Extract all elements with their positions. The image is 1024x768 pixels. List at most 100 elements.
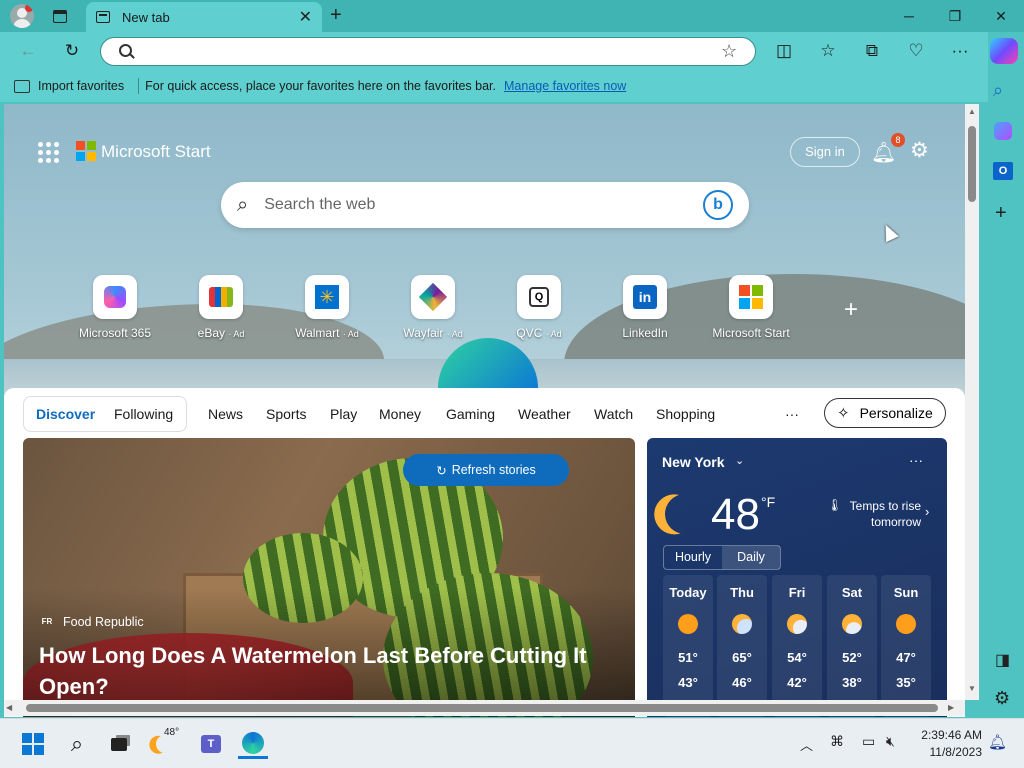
weather-note[interactable]: Temps to rise tomorrow: [839, 498, 921, 530]
tab-following[interactable]: Following: [114, 396, 173, 432]
hero-story-card[interactable]: ↻ Refresh stories FR Food Republic How L…: [23, 438, 635, 717]
story-source[interactable]: Food Republic: [63, 615, 144, 629]
collections-icon[interactable]: ⧉: [858, 37, 886, 65]
outlook-icon[interactable]: O: [993, 162, 1013, 180]
refresh-stories-button[interactable]: ↻ Refresh stories: [403, 454, 569, 486]
rain-cloud-icon: [732, 614, 752, 634]
quick-link-label: Walmart: [295, 326, 340, 340]
back-icon[interactable]: ←: [14, 37, 42, 65]
nav-more-button[interactable]: ···: [785, 396, 799, 432]
address-bar[interactable]: ☆: [100, 37, 756, 66]
quick-link-microsoft365[interactable]: Microsoft 365: [62, 275, 168, 340]
personalize-button[interactable]: ✧ Personalize: [824, 398, 946, 428]
nav-shopping[interactable]: Shopping: [656, 396, 715, 432]
edge-taskbar-icon[interactable]: [238, 729, 268, 759]
city-chevron-down-icon[interactable]: ⌄: [735, 454, 744, 467]
forecast-low: 43°: [678, 675, 698, 690]
tab-actions-icon[interactable]: [46, 2, 74, 30]
weather-unit[interactable]: °F: [761, 494, 775, 510]
taskbar-clock[interactable]: 2:39:46 AM 11/8/2023: [914, 728, 982, 759]
horizontal-scroll-thumb[interactable]: [26, 704, 938, 712]
horizontal-scrollbar[interactable]: ◀ ▶: [4, 700, 965, 716]
nav-news[interactable]: News: [208, 396, 243, 432]
chevron-right-icon[interactable]: ›: [925, 504, 929, 519]
copilot-icon[interactable]: [990, 38, 1018, 64]
network-disconnected-icon[interactable]: ⌘: [830, 733, 844, 750]
clock-date: 11/8/2023: [929, 745, 983, 759]
close-window-button[interactable]: ✕: [978, 0, 1024, 32]
split-screen-icon[interactable]: ◫: [770, 37, 798, 65]
vertical-scrollbar[interactable]: ▲ ▼: [965, 104, 979, 700]
weather-city[interactable]: New York: [662, 454, 725, 470]
scroll-right-arrow-icon[interactable]: ▶: [948, 703, 954, 712]
import-favorites-link[interactable]: Import favorites: [38, 79, 124, 93]
quick-link-microsoft-start[interactable]: Microsoft Start: [698, 275, 804, 340]
profile-avatar[interactable]: [10, 4, 34, 28]
nav-gaming[interactable]: Gaming: [446, 396, 495, 432]
personalize-star-icon: ✧: [837, 405, 850, 422]
quick-link-linkedin[interactable]: in LinkedIn: [592, 275, 698, 340]
sidebar-settings-icon[interactable]: ⚙: [994, 688, 1010, 709]
favorites-icon[interactable]: ☆: [814, 37, 842, 65]
teams-icon[interactable]: T: [196, 729, 226, 759]
tab-close-icon[interactable]: ✕: [299, 7, 312, 27]
restore-button[interactable]: ❐: [932, 0, 978, 32]
forecast-day[interactable]: Fri 54° 42°: [772, 575, 822, 717]
forecast-day[interactable]: Thu 65° 46°: [717, 575, 767, 717]
tab-new-tab[interactable]: New tab ✕: [86, 2, 322, 32]
minimize-button[interactable]: ─: [886, 0, 932, 32]
nav-watch[interactable]: Watch: [594, 396, 633, 432]
nav-weather[interactable]: Weather: [518, 396, 571, 432]
start-button-windows-icon[interactable]: [18, 729, 48, 759]
add-sidebar-app-icon[interactable]: +: [995, 202, 1007, 225]
scroll-down-arrow-icon[interactable]: ▼: [968, 684, 976, 693]
search-icon[interactable]: ⌕: [993, 80, 1003, 101]
apps-launcher-icon[interactable]: [38, 142, 59, 163]
notification-center-bell-icon[interactable]: 🔔︎: [988, 733, 1007, 751]
story-headline[interactable]: How Long Does A Watermelon Last Before C…: [39, 640, 629, 702]
mouse-cursor-icon: [879, 221, 899, 243]
crescent-moon-icon: [659, 488, 710, 539]
bing-chat-icon[interactable]: b: [703, 190, 733, 220]
vertical-scroll-thumb[interactable]: [968, 126, 976, 202]
page-settings-gear-icon[interactable]: ⚙: [910, 138, 929, 163]
forecast-day[interactable]: Today 51° 43°: [663, 575, 713, 717]
task-view-icon[interactable]: [104, 729, 134, 759]
scroll-up-arrow-icon[interactable]: ▲: [968, 107, 976, 116]
weather-view-toggle: Hourly Daily: [663, 545, 781, 570]
favorites-bar-message: For quick access, place your favorites h…: [145, 79, 497, 93]
weather-tab-hourly[interactable]: Hourly: [664, 546, 722, 569]
weather-card[interactable]: New York ⌄ ··· 48 °F 🌡︎ Temps to rise to…: [647, 438, 947, 717]
taskbar-search-icon[interactable]: ⌕: [62, 729, 92, 759]
add-favorite-star-icon[interactable]: ☆: [721, 41, 737, 62]
quick-link-ebay[interactable]: eBay · Ad: [168, 275, 274, 340]
settings-more-icon[interactable]: ···: [946, 37, 974, 65]
add-quick-link-icon[interactable]: +: [844, 296, 858, 324]
tab-discover[interactable]: Discover: [36, 396, 95, 432]
brand-title[interactable]: Microsoft Start: [101, 142, 211, 162]
quick-link-walmart[interactable]: ✳ Walmart · Ad: [274, 275, 380, 340]
weather-more-icon[interactable]: ···: [909, 452, 923, 468]
content-feed: Discover Following News Sports Play Mone…: [4, 388, 965, 717]
microsoft365-icon[interactable]: [994, 122, 1012, 140]
manage-favorites-link[interactable]: Manage favorites now: [504, 79, 626, 93]
quick-link-qvc[interactable]: Q QVC · Ad: [486, 275, 592, 340]
nav-sports[interactable]: Sports: [266, 396, 306, 432]
hide-sidebar-icon[interactable]: ◨: [995, 650, 1010, 670]
display-icon[interactable]: ▭: [862, 733, 875, 750]
new-tab-button[interactable]: +: [330, 4, 342, 27]
nav-money[interactable]: Money: [379, 396, 421, 432]
scroll-left-arrow-icon[interactable]: ◀: [6, 703, 12, 712]
weather-tab-daily[interactable]: Daily: [722, 546, 780, 569]
quick-link-wayfair[interactable]: Wayfair · Ad: [380, 275, 486, 340]
forecast-day[interactable]: Sat 52° 38°: [827, 575, 877, 717]
walmart-logo-icon: ✳: [305, 275, 349, 319]
web-search-box[interactable]: ⌕ Search the web b: [221, 182, 749, 228]
show-hidden-icons-chevron-icon[interactable]: ︿: [800, 735, 813, 754]
volume-muted-icon[interactable]: 🔇︎: [886, 733, 895, 750]
refresh-icon[interactable]: ↻: [58, 37, 86, 65]
browser-essentials-icon[interactable]: ♡: [902, 37, 930, 65]
sign-in-button[interactable]: Sign in: [790, 137, 860, 167]
forecast-day[interactable]: Sun 47° 35°: [881, 575, 931, 717]
nav-play[interactable]: Play: [330, 396, 357, 432]
